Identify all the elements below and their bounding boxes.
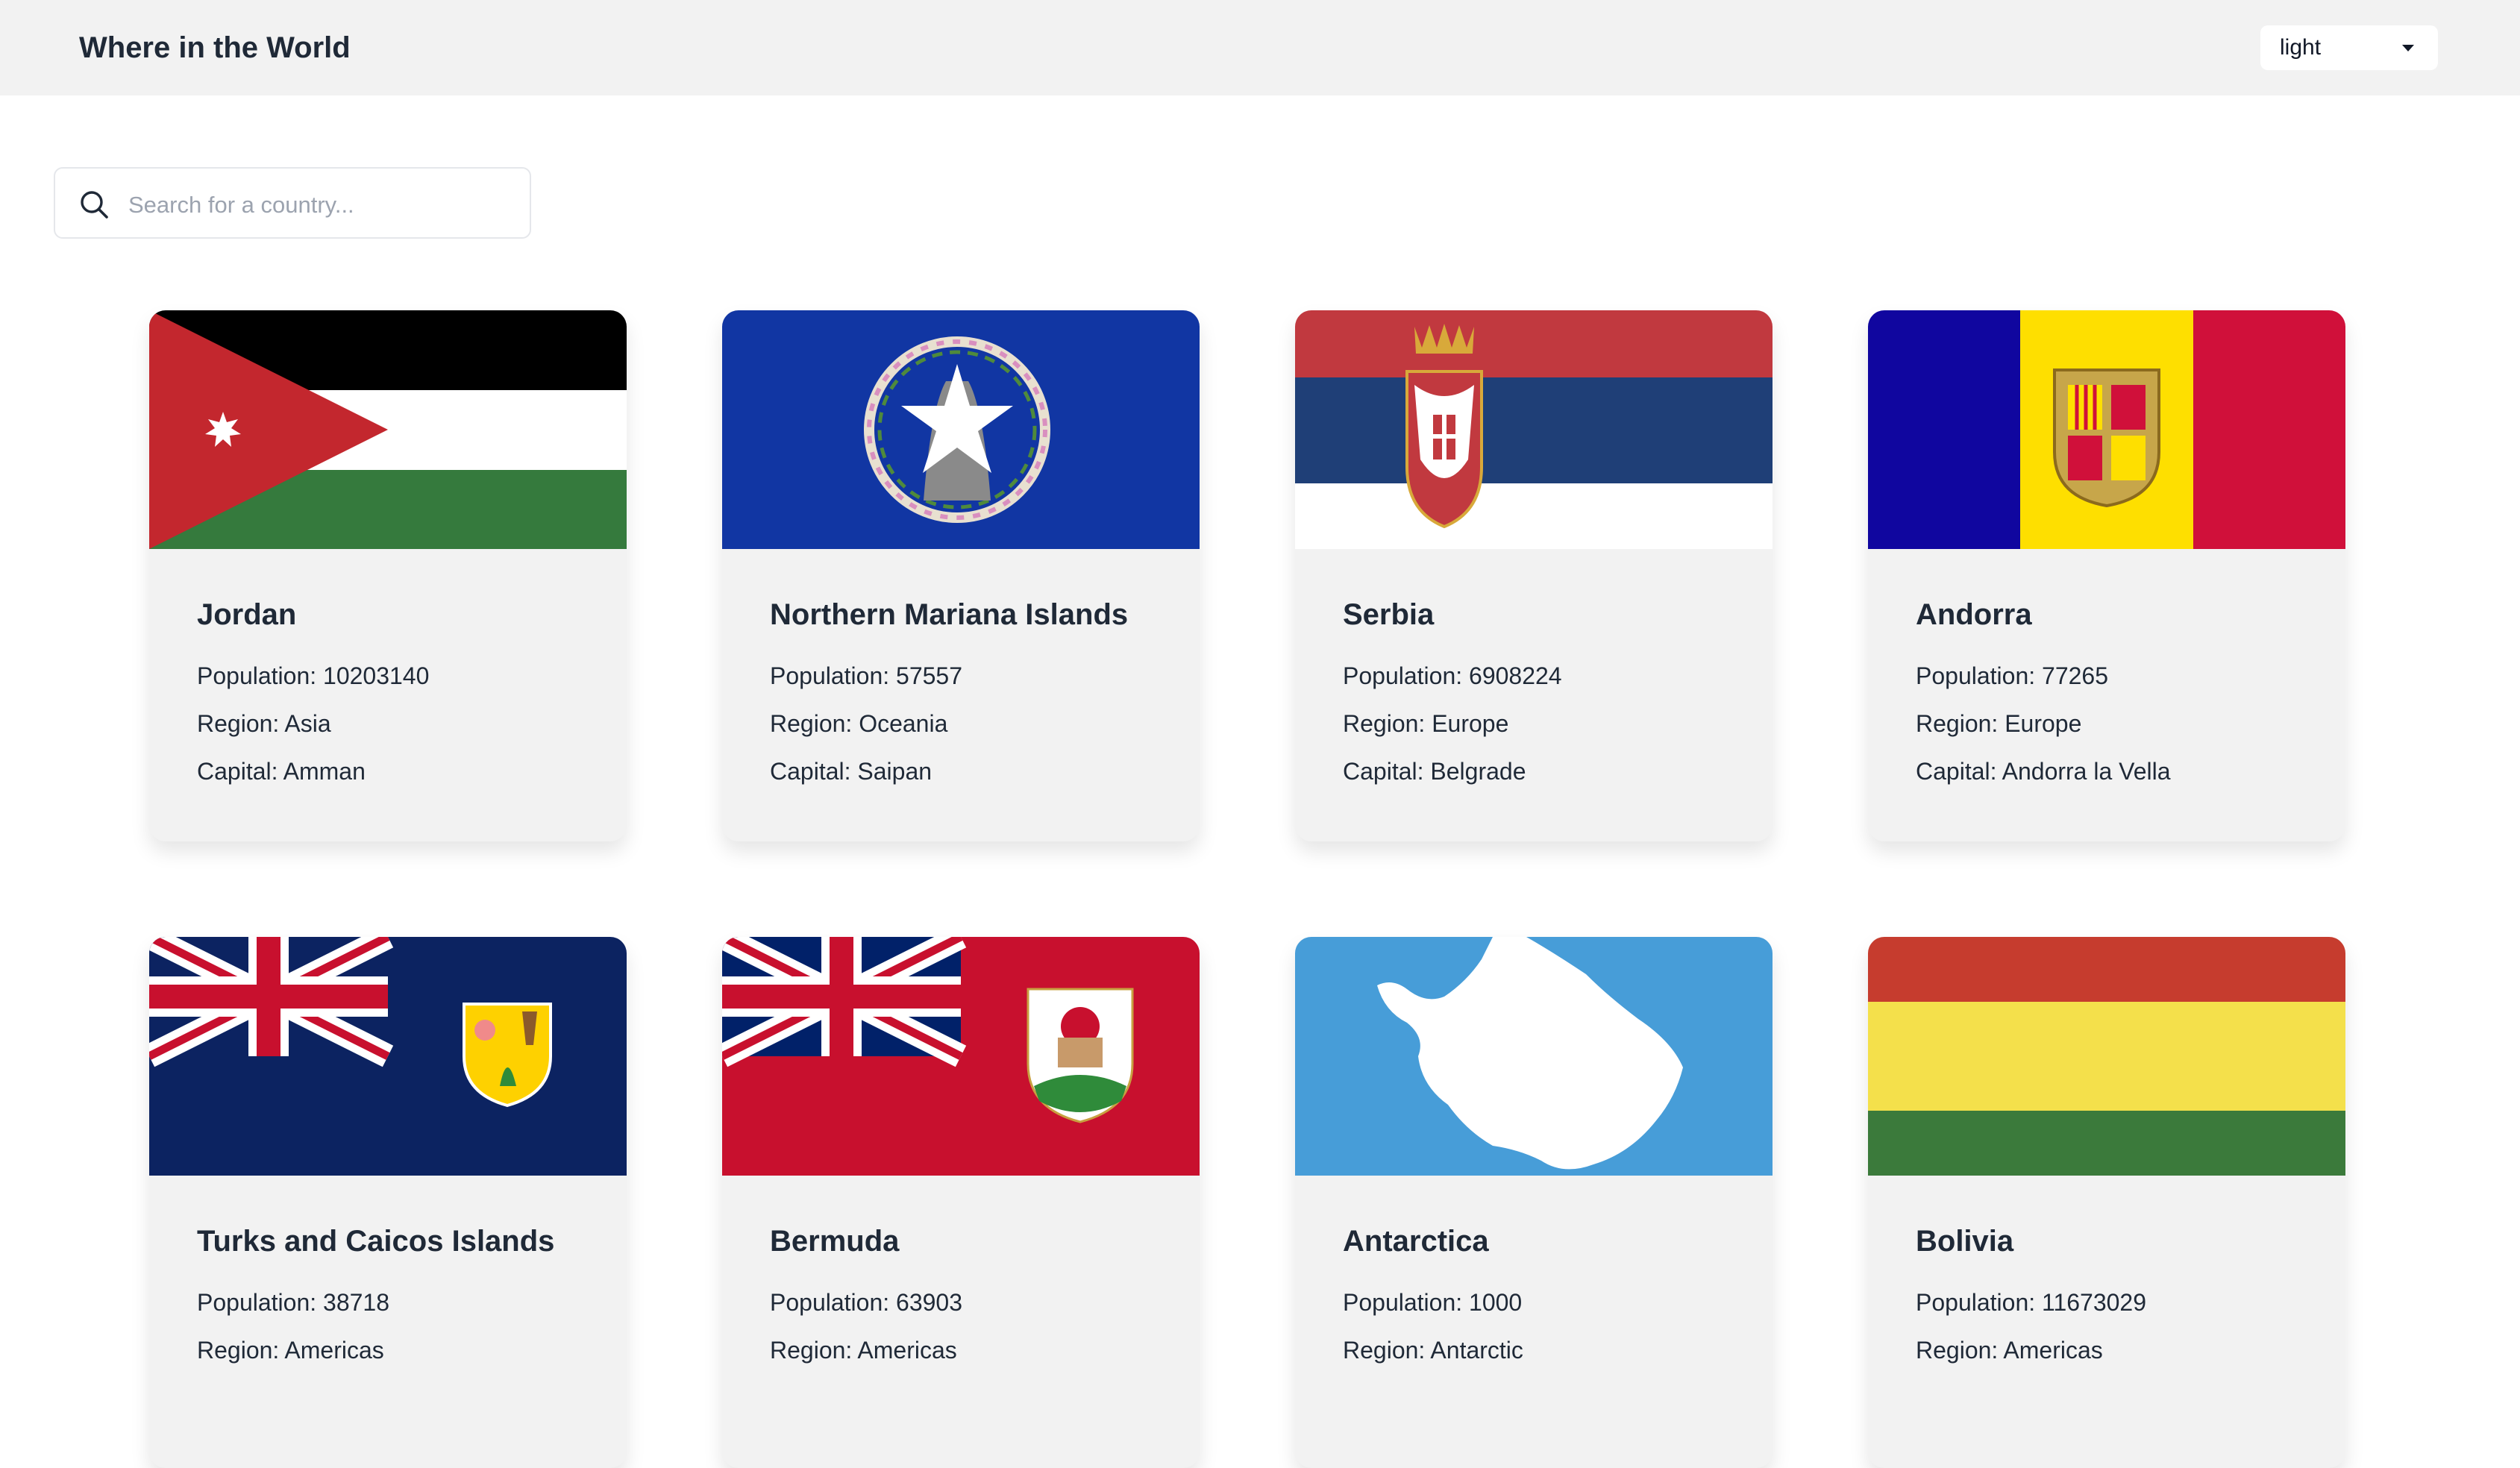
country-region: Region: Antarctic [1343,1337,1523,1364]
country-region: Region: Asia [197,710,331,737]
country-name: Northern Mariana Islands [770,598,1129,631]
country-capital: Capital: Saipan [770,758,933,785]
country-region: Region: Oceania [770,710,948,737]
country-card-andorra[interactable]: Andorra Population: 77265 Region: Europe… [1868,310,2345,841]
country-region: Region: Americas [197,1337,384,1364]
country-population: Population: 57557 [770,662,962,689]
country-card-jordan[interactable]: Jordan Population: 10203140 Region: Asia… [149,310,627,841]
country-card-bermuda[interactable]: Bermuda Population: 63903 Region: Americ… [722,937,1200,1468]
country-name: Andorra [1916,598,2032,631]
country-region: Region: Americas [770,1337,957,1364]
country-region: Region: Europe [1343,710,1509,737]
country-population: Population: 6908224 [1343,662,1562,689]
country-name: Turks and Caicos Islands [197,1225,555,1258]
country-region: Region: Americas [1916,1337,2103,1364]
country-population: Population: 77265 [1916,662,2108,689]
country-card-northern-mariana-islands[interactable]: Northern Mariana Islands Population: 575… [722,310,1200,841]
jordan-flag-icon [149,310,627,549]
country-population: Population: 38718 [197,1289,389,1316]
serbia-flag-icon [1295,310,1773,549]
antarctica-flag-icon [1295,937,1773,1176]
search-icon [81,191,108,219]
andorra-flag-icon [1868,310,2345,549]
country-region: Region: Europe [1916,710,2082,737]
search-box[interactable] [54,167,531,239]
country-population: Population: 1000 [1343,1289,1523,1316]
country-population: Population: 10203140 [197,662,430,689]
northern-mariana-islands-flag-icon [722,310,1200,549]
turks-and-caicos-flag-icon [149,937,627,1176]
country-name: Antarctica [1343,1225,1489,1258]
country-capital: Capital: Amman [197,758,366,785]
app-title: Where in the World [79,31,351,64]
bolivia-flag-icon [1868,937,2345,1176]
country-name: Jordan [197,598,297,631]
country-card-antarctica[interactable]: Antarctica Population: 1000 Region: Anta… [1295,937,1773,1468]
country-name: Bermuda [770,1225,900,1258]
caret-down-icon [2402,45,2414,51]
theme-select-value: light [2280,35,2322,60]
country-card-bolivia[interactable]: Bolivia Population: 11673029 Region: Ame… [1868,937,2345,1468]
country-card-serbia[interactable]: Serbia Population: 6908224 Region: Europ… [1295,310,1773,841]
country-capital: Capital: Belgrade [1343,758,1526,785]
bermuda-flag-icon [722,937,1200,1176]
top-bar: Where in the World light [0,0,2520,95]
country-population: Population: 63903 [770,1289,962,1316]
country-name: Serbia [1343,598,1435,631]
country-card-turks-and-caicos-islands[interactable]: Turks and Caicos Islands Population: 387… [149,937,627,1468]
theme-select[interactable]: light [2260,25,2438,70]
search-input[interactable] [127,184,518,227]
country-name: Bolivia [1916,1225,2014,1258]
country-capital: Capital: Andorra la Vella [1916,758,2171,785]
country-population: Population: 11673029 [1916,1289,2147,1316]
